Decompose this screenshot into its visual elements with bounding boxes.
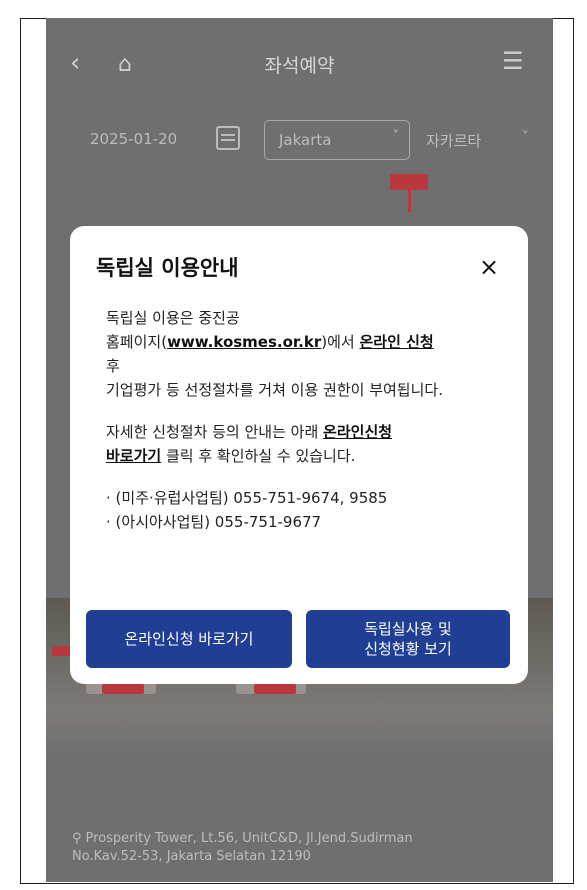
room-status-label-line-2: 신청현황 보기 <box>364 640 452 658</box>
office-address: ⚲ Prosperity Tower, Lt.56, UnitC&D, Jl.Je… <box>72 830 413 866</box>
room-status-button-label: 독립실사용 및신청현황 보기 <box>364 619 452 659</box>
info-modal: 독립실 이용안내 × 독립실 이용은 중진공 홈페이지(www.kosmes.o… <box>70 226 528 684</box>
online-apply-shortcut-link[interactable]: 온라인신청 <box>323 423 392 441</box>
contact-asia: · (아시아사업팀) 055-751-9677 <box>106 513 322 531</box>
filter-bar: 2025-01-20 Jakarta ˅ 자카르타 ˅ <box>46 120 553 160</box>
city-select[interactable]: Jakarta ˅ <box>264 120 410 160</box>
chevron-down-icon: ˅ <box>392 129 400 144</box>
room-status-button[interactable]: 독립실사용 및신청현황 보기 <box>306 610 510 668</box>
notice-text: )에서 <box>321 333 360 351</box>
notice-line-1: 독립실 이용은 중진공 <box>106 309 240 327</box>
date-value[interactable]: 2025-01-20 <box>90 130 177 148</box>
online-apply-button[interactable]: 온라인신청 바로가기 <box>86 610 292 668</box>
address-line-1: Prosperity Tower, Lt.56, UnitC&D, Jl.Jen… <box>85 831 413 846</box>
chevron-down-icon: ˅ <box>522 130 529 145</box>
building-select[interactable]: 자카르타 <box>426 130 481 151</box>
notice-line-3: 후 <box>106 357 120 375</box>
location-icon: ⚲ <box>72 831 82 846</box>
kosmes-homepage-link[interactable]: www.kosmes.or.kr <box>167 333 321 351</box>
online-apply-link[interactable]: 온라인 신청 <box>359 333 433 351</box>
city-value: Jakarta <box>279 131 332 149</box>
notice-line-2: 홈페이지(www.kosmes.or.kr)에서 온라인 신청 <box>106 330 506 354</box>
guide-text: 클릭 후 확인하실 수 있습니다. <box>161 447 356 465</box>
page-title: 좌석예약 <box>264 55 335 77</box>
room-label-tag <box>102 684 144 694</box>
floor-marker-pin <box>408 190 411 212</box>
calendar-icon[interactable] <box>216 126 240 150</box>
online-apply-button-label: 온라인신청 바로가기 <box>124 630 254 648</box>
shortcut-link[interactable]: 바로가기 <box>106 447 161 465</box>
top-bar: ‹ ⌂ 좌석예약 ☰ <box>46 18 553 108</box>
modal-body: 독립실 이용은 중진공 홈페이지(www.kosmes.or.kr)에서 온라인… <box>106 306 506 534</box>
notice-text: 홈페이지( <box>106 333 168 351</box>
floor-marker <box>390 174 428 190</box>
notice-line-4: 기업평가 등 선정절차를 거쳐 이용 권한이 부여됩니다. <box>106 381 443 399</box>
address-line-2: No.Kav.52-53, Jakarta Selatan 12190 <box>72 849 311 864</box>
room-label-tag <box>254 684 296 694</box>
guide-line-1: 자세한 신청절차 등의 안내는 아래 온라인신청 <box>106 420 506 444</box>
modal-title: 독립실 이용안내 <box>96 256 239 280</box>
close-icon[interactable]: × <box>474 252 504 282</box>
contact-europe-america: · (미주·유럽사업팀) 055-751-9674, 9585 <box>106 489 388 507</box>
room-status-label-line-1: 독립실사용 및 <box>364 620 452 638</box>
menu-icon[interactable]: ☰ <box>502 48 524 74</box>
guide-line-2: 바로가기 클릭 후 확인하실 수 있습니다. <box>106 444 506 468</box>
guide-text: 자세한 신청절차 등의 안내는 아래 <box>106 423 324 441</box>
